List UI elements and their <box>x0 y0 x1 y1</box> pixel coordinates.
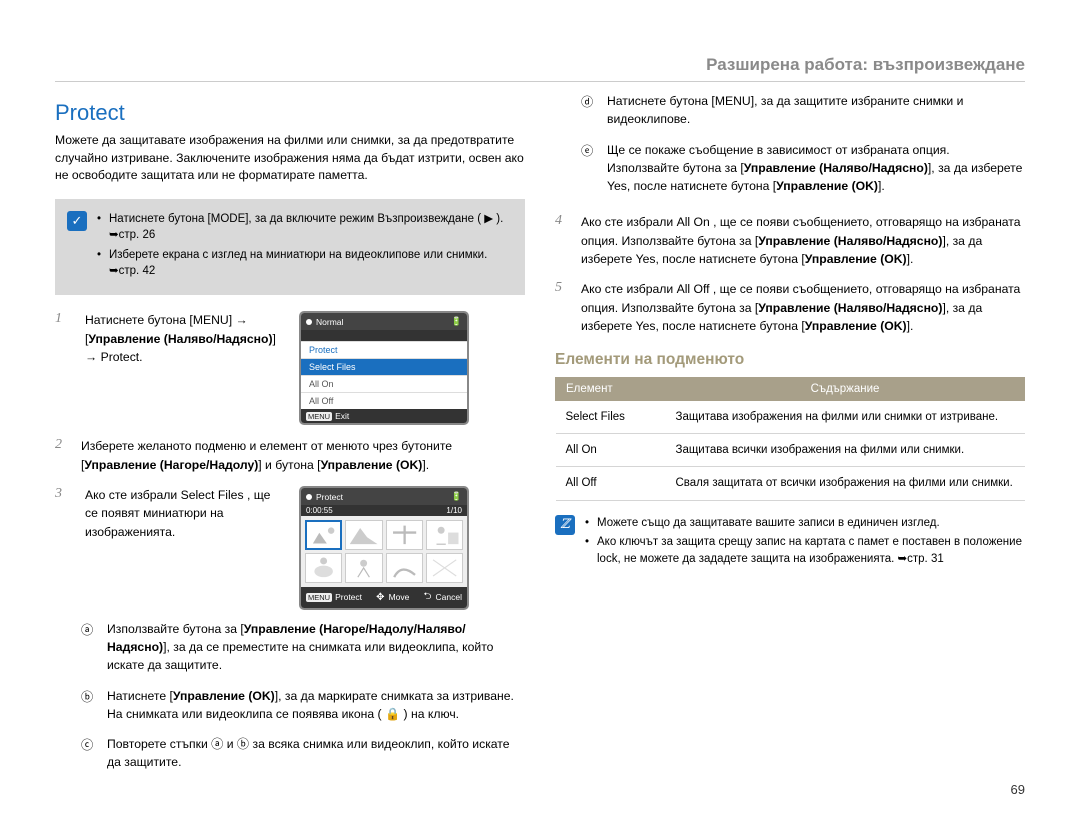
td: Защитава всички изображения на филми или… <box>666 434 1025 467</box>
submenu-heading: Елементи на подменюто <box>555 351 1025 369</box>
step-number: 2 <box>55 437 71 474</box>
td: All On <box>556 434 666 467</box>
sub-step-letter: ⓐ <box>81 620 97 681</box>
step-body: Ако сте избрали Select Files , ще се поя… <box>85 486 285 541</box>
sub-step-letter: ⓒ <box>81 735 97 778</box>
sub-step: Повторете стъпки ⓐ и ⓑ за всяка снимка и… <box>107 735 525 772</box>
sub-step-letter: ⓑ <box>81 687 97 730</box>
step-number: 4 <box>555 213 571 268</box>
th-element: Елемент <box>556 378 666 401</box>
note-box-top: ✓ Натиснете бутона [MODE], за да включит… <box>55 199 525 295</box>
step-body: Изберете желаното подменю и елемент от м… <box>81 437 525 474</box>
step-number: 1 <box>55 311 71 327</box>
step-body: Натиснете бутона [MENU] → [Управление (Н… <box>85 311 285 366</box>
sub-step: Натиснете [Управление (OK)], за да марки… <box>107 687 525 724</box>
sub-step: Използвайте бутона за [Управление (Нагор… <box>107 620 525 675</box>
submenu-table: Елемент Съдържание Select Files Защитава… <box>555 377 1025 500</box>
info-item: Ако ключът за защита срещу запис на карт… <box>585 534 1025 567</box>
page-number: 69 <box>1011 782 1025 797</box>
sub-step-letter: ⓓ <box>581 92 597 135</box>
sub-step-letter: ⓔ <box>581 141 597 202</box>
step-number: 5 <box>555 280 571 335</box>
sub-step: Натиснете бутона [MENU], за да защитите … <box>607 92 1025 129</box>
intro-text: Можете да защитавате изображения на филм… <box>55 132 525 185</box>
note-item: Натиснете бутона [MODE], за да включите … <box>97 211 513 243</box>
info-box: ℤ Можете също да защитавате вашите запис… <box>555 515 1025 571</box>
step-number: 3 <box>55 486 71 502</box>
info-icon: ℤ <box>555 515 575 535</box>
sub-step: Ще се покаже съобщение в зависимост от и… <box>607 141 1025 196</box>
camera-screen-menu: Normal🔋 Protect Select Files All On All … <box>299 311 469 425</box>
page-title: Protect <box>55 100 525 126</box>
step-body: Ако сте избрали All Off , ще се появи съ… <box>581 280 1025 335</box>
td: All Off <box>556 467 666 500</box>
info-item: Можете също да защитавате вашите записи … <box>585 515 1025 532</box>
note-item: Изберете екрана с изглед на миниатюри на… <box>97 247 513 279</box>
camera-screen-thumbnails: Protect🔋 0:00:551/10 MENUProtect <box>299 486 469 610</box>
th-content: Съдържание <box>666 378 1025 401</box>
section-header: Разширена работа: възпроизвеждане <box>706 55 1025 75</box>
td: Защитава изображения на филми или снимки… <box>666 401 1025 434</box>
td: Сваля защитата от всички изображения на … <box>666 467 1025 500</box>
step-body: Ако сте избрали All On , ще се появи съо… <box>581 213 1025 268</box>
td: Select Files <box>556 401 666 434</box>
check-icon: ✓ <box>67 211 87 231</box>
